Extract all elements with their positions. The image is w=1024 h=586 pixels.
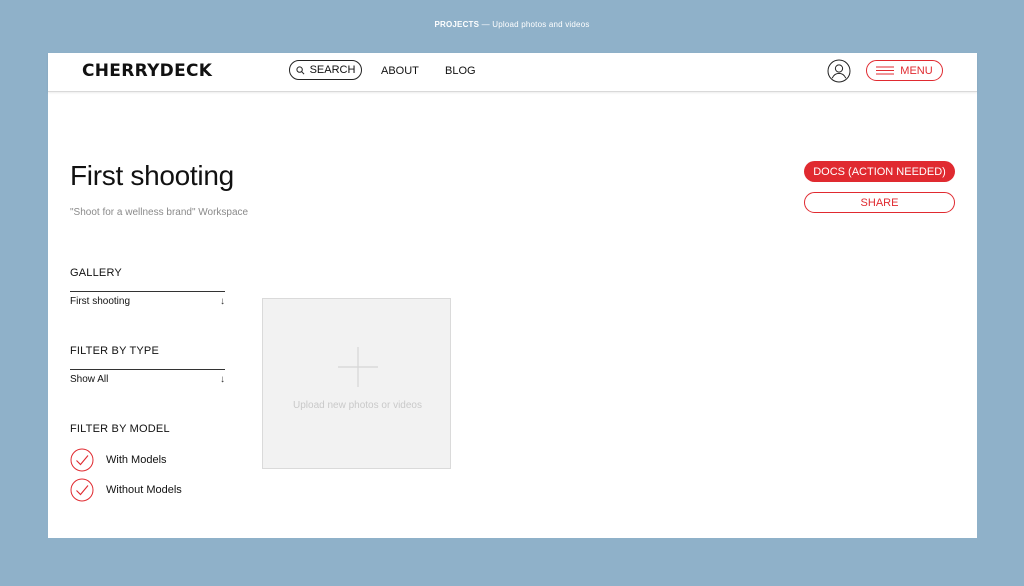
share-button[interactable]: SHARE [804, 192, 955, 213]
gallery-select-value: First shooting [70, 296, 131, 307]
workspace-subtitle: "Shoot for a wellness brand" Workspace [70, 207, 249, 218]
filter-type-select-value: Show All [70, 374, 109, 385]
check-icon [70, 448, 94, 472]
caption-separator: — [479, 20, 493, 29]
user-icon[interactable] [827, 59, 851, 83]
checkbox-label: Without Models [106, 484, 182, 496]
arrow-down-icon: ↓ [220, 374, 225, 385]
menu-label: MENU [900, 64, 933, 77]
logo[interactable]: CHERRYDECK [82, 61, 212, 81]
caption-text: Upload photos and videos [492, 20, 590, 29]
gallery-label: GALLERY [70, 267, 122, 279]
checkbox-without-models[interactable]: Without Models [70, 478, 182, 502]
nav-blog-link[interactable]: BLOG [445, 65, 476, 77]
app-frame: CHERRYDECK SEARCH ABOUT BLOG MENU First … [48, 53, 977, 538]
checkbox-with-models[interactable]: With Models [70, 448, 167, 472]
upload-tile[interactable]: Upload new photos or videos [262, 298, 451, 469]
nav-about-link[interactable]: ABOUT [381, 65, 419, 77]
top-header: CHERRYDECK SEARCH ABOUT BLOG MENU [48, 53, 977, 92]
gallery-select[interactable]: First shooting ↓ [70, 291, 225, 309]
search-button[interactable]: SEARCH [289, 60, 362, 80]
filter-model-label: FILTER BY MODEL [70, 423, 170, 435]
plus-icon [338, 347, 378, 387]
upload-text: Upload new photos or videos [293, 400, 422, 411]
checkbox-label: With Models [106, 454, 167, 466]
search-label: SEARCH [309, 64, 356, 76]
arrow-down-icon: ↓ [220, 296, 225, 307]
page-title: First shooting [70, 160, 234, 191]
page-caption: PROJECTS — Upload photos and videos [0, 20, 1024, 29]
search-icon [295, 65, 305, 74]
filter-type-label: FILTER BY TYPE [70, 345, 159, 357]
docs-action-needed-button[interactable]: DOCS (ACTION NEEDED) [804, 161, 955, 182]
menu-button[interactable]: MENU [866, 60, 943, 81]
hamburger-icon [876, 66, 895, 75]
check-icon [70, 478, 94, 502]
filter-type-select[interactable]: Show All ↓ [70, 369, 225, 387]
caption-section: PROJECTS [434, 20, 480, 29]
